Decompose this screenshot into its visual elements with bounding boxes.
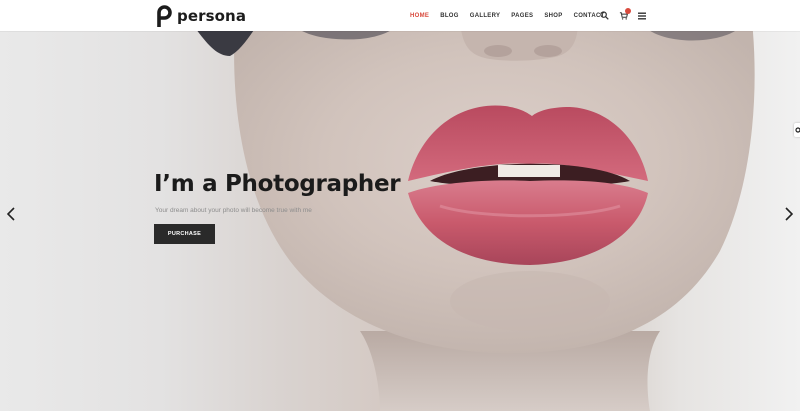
hero-subtitle: Your dream about your photo will become … <box>155 207 312 214</box>
header-tools <box>598 0 655 31</box>
hero-slider: I’m a Photographer Your dream about your… <box>0 31 800 411</box>
hero-title: I’m a Photographer <box>154 171 401 197</box>
chevron-left-icon[interactable] <box>5 205 17 223</box>
settings-widget-icon[interactable] <box>794 123 800 137</box>
persona-logo-icon <box>157 5 172 27</box>
logo[interactable]: persona <box>157 4 246 28</box>
nav-item-gallery[interactable]: GALLERY <box>470 13 501 19</box>
main-nav: HOME BLOG GALLERY PAGES SHOP CONTACT <box>410 0 616 31</box>
nav-item-home[interactable]: HOME <box>410 13 429 19</box>
search-icon[interactable] <box>598 10 610 22</box>
hero-portrait-image <box>197 31 755 411</box>
chevron-right-icon[interactable] <box>783 205 795 223</box>
site-header: persona HOME BLOG GALLERY PAGES SHOP CON… <box>0 0 800 31</box>
cart-icon[interactable] <box>617 7 631 22</box>
menu-icon[interactable] <box>636 10 648 22</box>
purchase-button[interactable]: PURCHASE <box>154 224 215 244</box>
cart-badge <box>625 7 631 14</box>
nav-item-pages[interactable]: PAGES <box>511 13 533 19</box>
nav-item-blog[interactable]: BLOG <box>440 13 459 19</box>
brand-name: persona <box>177 7 247 25</box>
nav-item-shop[interactable]: SHOP <box>544 13 562 19</box>
